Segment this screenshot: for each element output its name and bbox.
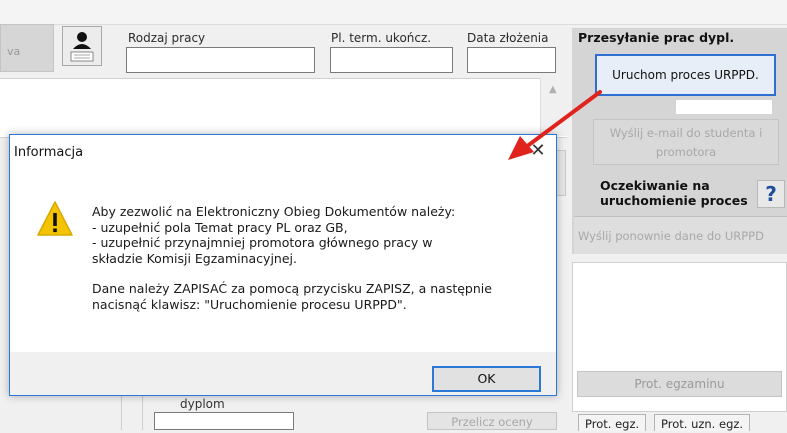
message-line: - uzupełnić pola Temat pracy PL oraz GB, xyxy=(92,219,348,235)
ok-button[interactable]: OK xyxy=(432,366,541,392)
message-line: Dane należy ZAPISAĆ za pomocą przycisku … xyxy=(92,281,492,296)
exam-protocol-button[interactable]: Prot. egzaminu xyxy=(577,371,782,397)
rodzaj-pracy-field[interactable] xyxy=(126,47,315,73)
waiting-status: Oczekiwanie na uruchomienie proces xyxy=(600,178,780,208)
dyplom-field[interactable] xyxy=(154,412,294,430)
tab-prot-uzn-egz[interactable]: Prot. uzn. egz. xyxy=(654,414,751,431)
message-line: składzie Komisji Egzaminacyjnej. xyxy=(92,250,297,266)
rodzaj-pracy-label: Rodzaj pracy xyxy=(128,31,206,45)
data-zlozenia-label: Data złożenia xyxy=(467,31,549,45)
send-email-button[interactable]: Wyślij e-mail do studenta i promotora xyxy=(593,119,779,165)
waiting-line2: uruchomienie proces xyxy=(600,193,748,208)
panel-title: Przesyłanie prac dypl. xyxy=(578,30,735,45)
pl-term-label: Pl. term. ukończ. xyxy=(331,31,432,45)
dialog-message: Aby zezwolić na Elektroniczny Obieg Doku… xyxy=(92,204,532,312)
message-line: - uzupełnić przynajmniej promotora główn… xyxy=(92,235,433,250)
recalculate-button[interactable]: Przelicz oceny xyxy=(427,412,557,430)
left-tab[interactable]: va xyxy=(0,24,54,72)
waiting-line1: Oczekiwanie na xyxy=(600,178,710,193)
message-line: Aby zezwolić na Elektroniczny Obieg Doku… xyxy=(92,204,456,219)
run-urppd-button[interactable]: Uruchom proces URPPD. xyxy=(595,54,776,96)
help-icon[interactable]: ? xyxy=(757,180,785,208)
dialog-title: Informacja xyxy=(14,145,84,160)
send-email-line1: Wyślij e-mail do studenta i xyxy=(609,126,763,140)
red-arrow-annotation xyxy=(508,90,602,160)
pl-term-field[interactable] xyxy=(330,47,453,73)
top-strip xyxy=(0,0,787,25)
data-zlozenia-field[interactable] xyxy=(467,47,556,73)
memo-area[interactable] xyxy=(0,78,567,138)
resend-urppd-button[interactable]: Wyślij ponownie dane do URPPD xyxy=(574,216,787,254)
send-email-line2: promotora xyxy=(655,145,717,159)
left-tab-label: va xyxy=(7,45,21,58)
message-line: nacisnąć klawisz: "Uruchomienie procesu … xyxy=(92,296,407,312)
tab-prot-egz[interactable]: Prot. egz. xyxy=(578,414,647,431)
person-button[interactable] xyxy=(62,26,102,66)
progress-bar xyxy=(676,100,772,114)
person-icon xyxy=(70,32,94,62)
dyplom-label: dyplom xyxy=(180,397,225,411)
warning-icon xyxy=(37,201,73,236)
